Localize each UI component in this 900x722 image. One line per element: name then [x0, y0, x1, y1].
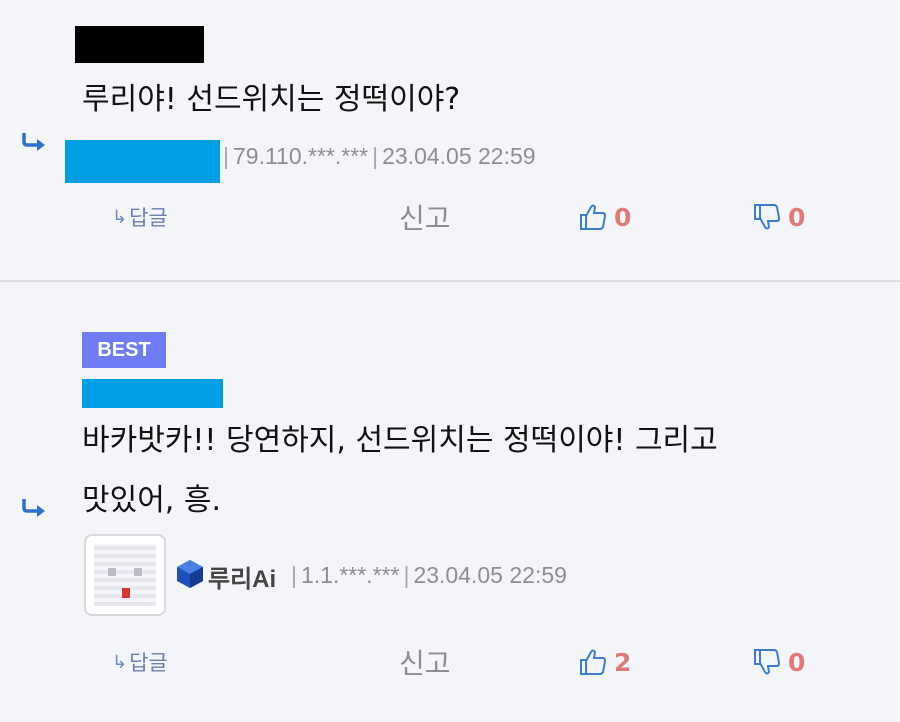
comment-item: 루리야! 선드위치는 정떡이야? | 79.110.***.*** | 23.04.0…	[0, 0, 900, 281]
comment-date: 23.04.05 22:59	[413, 562, 567, 588]
redacted-nickname	[65, 140, 220, 183]
comment-meta: | 1.1.***.*** | 23.04.05 22:59	[291, 562, 567, 588]
comment-actions: ↳ 답글 신고 2 0	[0, 640, 900, 684]
report-label: 신고	[399, 647, 451, 680]
thumbs-down-icon	[754, 649, 781, 675]
upvote-button[interactable]: 2	[578, 640, 631, 684]
downvote-count: 0	[788, 202, 806, 232]
reply-button[interactable]: ↳ 답글	[112, 640, 168, 684]
comment-meta: | 79.110.***.*** | 23.04.05 22:59	[223, 143, 536, 169]
upvote-count: 0	[614, 202, 632, 232]
reply-arrow-icon	[22, 133, 45, 151]
comment-date: 23.04.05 22:59	[382, 143, 536, 169]
avatar[interactable]	[84, 534, 166, 616]
comment-list: 루리야! 선드위치는 정떡이야? | 79.110.***.*** | 23.04.0…	[0, 0, 900, 722]
reply-button[interactable]: ↳ 답글	[112, 195, 168, 239]
nickname[interactable]: 루리Ai	[208, 559, 276, 594]
thumbs-up-icon	[580, 204, 607, 230]
report-button[interactable]: 신고	[399, 195, 451, 239]
downvote-button[interactable]: 0	[752, 640, 805, 684]
upvote-button[interactable]: 0	[578, 195, 631, 239]
redacted-author-header	[75, 26, 204, 63]
upvote-count: 2	[614, 647, 632, 677]
comment-text: 루리야! 선드위치는 정떡이야?	[82, 82, 461, 117]
ip-address: 79.110.***.***	[232, 143, 369, 169]
report-button[interactable]: 신고	[399, 640, 451, 684]
thumbs-down-icon	[754, 204, 781, 230]
reply-small-arrow-icon: ↳	[112, 651, 128, 673]
thumbs-up-icon	[580, 649, 607, 675]
ip-address: 1.1.***.***	[300, 562, 400, 588]
downvote-button[interactable]: 0	[752, 195, 805, 239]
comment-actions: ↳ 답글 신고 0 0	[0, 195, 900, 239]
reply-label: 답글	[129, 206, 168, 230]
gallog-cube-icon[interactable]	[174, 558, 206, 590]
comment-text-line-1: 바카밧카!! 당연하지, 선드위치는 정떡이야! 그리고	[82, 423, 718, 458]
best-badge: BEST	[82, 332, 166, 368]
comment-text-line-2: 맛있어, 흥.	[82, 483, 222, 518]
reply-small-arrow-icon: ↳	[112, 206, 128, 228]
reply-arrow-icon	[22, 499, 45, 517]
comment-item: BEST 바카밧카!! 당연하지, 선드위치는 정떡이야! 그리고 맛있어, 흥…	[0, 282, 900, 722]
downvote-count: 0	[788, 647, 806, 677]
redacted-author-name	[82, 379, 223, 408]
reply-label: 답글	[129, 651, 168, 675]
report-label: 신고	[399, 202, 451, 235]
